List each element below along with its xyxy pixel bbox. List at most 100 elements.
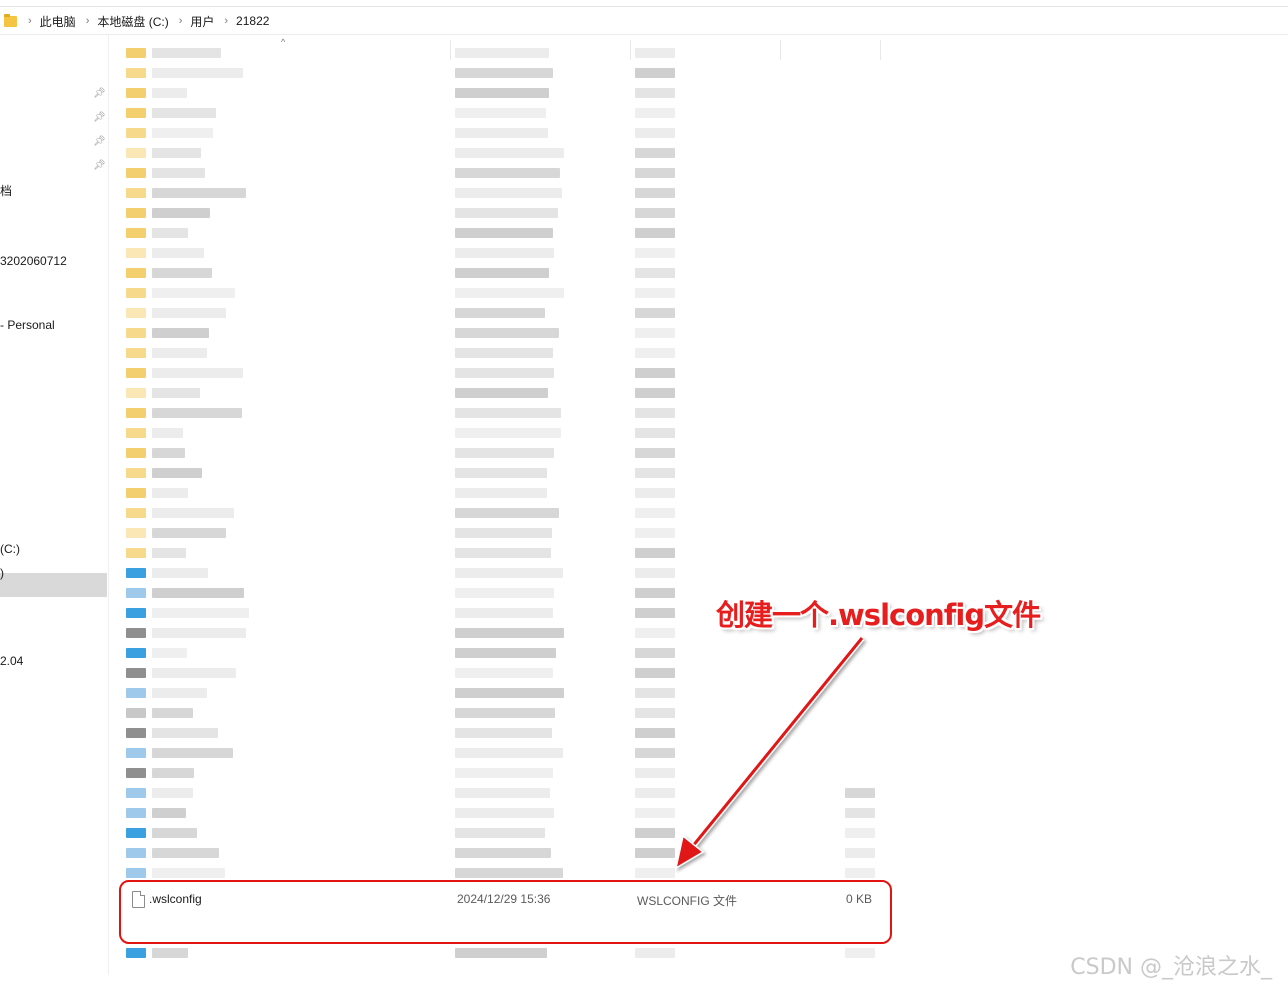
- blurred-block: [126, 168, 146, 178]
- blurred-block: [152, 648, 187, 658]
- blurred-block: [152, 948, 188, 958]
- chevron-right-icon[interactable]: ›: [28, 15, 32, 27]
- blurred-block: [126, 668, 146, 678]
- breadcrumb-item-user-folder[interactable]: 21822: [236, 14, 269, 28]
- blurred-block: [126, 728, 146, 738]
- blurred-block: [635, 688, 675, 698]
- blurred-block: [152, 808, 186, 818]
- blurred-block: [455, 608, 553, 618]
- blurred-block: [152, 588, 244, 598]
- pane-divider[interactable]: [108, 35, 109, 975]
- sidebar-item-local-disk[interactable]: (C:): [0, 542, 20, 556]
- chevron-right-icon[interactable]: ›: [86, 15, 90, 27]
- blurred-block: [455, 108, 546, 118]
- blurred-block: [635, 428, 675, 438]
- breadcrumb-item-users[interactable]: 用户: [190, 13, 214, 30]
- blurred-block: [152, 688, 207, 698]
- blurred-block: [152, 608, 249, 618]
- blurred-block: [455, 648, 556, 658]
- blurred-block: [152, 448, 185, 458]
- blurred-block: [152, 88, 187, 98]
- annotation-label: 创建一个.wslconfig文件: [716, 598, 1041, 632]
- blurred-block: [455, 508, 559, 518]
- blurred-block: [455, 828, 545, 838]
- blurred-block: [152, 348, 207, 358]
- breadcrumb-item-local-disk[interactable]: 本地磁盘 (C:): [97, 13, 168, 30]
- blurred-block: [126, 348, 146, 358]
- sidebar-item-documents[interactable]: 档: [0, 182, 12, 199]
- blurred-block: [635, 368, 675, 378]
- navigation-pane[interactable]: 📌︎ 📌︎ 📌︎ 📌︎ 档 3202060712 - Personal (C:)…: [0, 35, 108, 984]
- blurred-block: [455, 448, 554, 458]
- blurred-block: [455, 868, 563, 878]
- blurred-block: [126, 128, 146, 138]
- breadcrumb-item-this-pc[interactable]: 此电脑: [40, 13, 76, 30]
- blurred-block: [635, 708, 675, 718]
- blurred-block: [455, 208, 558, 218]
- blurred-block: [635, 728, 675, 738]
- blurred-block: [455, 408, 561, 418]
- blurred-block: [455, 708, 555, 718]
- blurred-block: [126, 308, 146, 318]
- blurred-block: [152, 68, 243, 78]
- blurred-block: [126, 448, 146, 458]
- blurred-block: [126, 548, 146, 558]
- sidebar-item-selected[interactable]: [0, 573, 107, 597]
- blurred-block: [126, 848, 146, 858]
- blurred-block: [152, 288, 235, 298]
- blurred-block: [152, 568, 208, 578]
- blurred-block: [126, 328, 146, 338]
- blurred-block: [152, 488, 188, 498]
- blurred-block: [126, 628, 146, 638]
- blurred-block: [455, 128, 548, 138]
- chevron-right-icon[interactable]: ›: [224, 15, 228, 27]
- blurred-block: [455, 468, 547, 478]
- blurred-block: [455, 948, 547, 958]
- blurred-block: [455, 88, 549, 98]
- blurred-block: [126, 428, 146, 438]
- blurred-block: [152, 528, 226, 538]
- pin-icon: 📌︎: [93, 160, 106, 171]
- blurred-block: [635, 168, 675, 178]
- blurred-block: [635, 68, 675, 78]
- blurred-block: [635, 868, 675, 878]
- blurred-block: [635, 508, 675, 518]
- blurred-block: [152, 208, 210, 218]
- blurred-block: [635, 108, 675, 118]
- blurred-block: [635, 768, 675, 778]
- chevron-right-icon[interactable]: ›: [179, 15, 183, 27]
- blurred-block: [455, 528, 552, 538]
- blurred-block: [152, 328, 209, 338]
- blurred-block: [635, 948, 675, 958]
- pin-icon: 📌︎: [93, 136, 106, 147]
- blurred-block: [635, 648, 675, 658]
- blurred-block: [152, 368, 243, 378]
- blurred-block: [152, 768, 194, 778]
- blurred-block: [126, 188, 146, 198]
- blurred-block: [126, 488, 146, 498]
- blurred-block: [152, 508, 234, 518]
- blurred-block: [455, 168, 560, 178]
- window-top-line: [0, 6, 1288, 7]
- blurred-block: [635, 528, 675, 538]
- blurred-block: [635, 448, 675, 458]
- blurred-file-list: [122, 44, 882, 974]
- breadcrumb[interactable]: › 此电脑 › 本地磁盘 (C:) › 用户 › 21822: [0, 8, 1288, 35]
- blurred-block: [152, 548, 186, 558]
- blurred-block: [126, 408, 146, 418]
- sidebar-item-drive[interactable]: ): [0, 566, 4, 580]
- blurred-block: [152, 48, 221, 58]
- sidebar-item-folder[interactable]: 3202060712: [0, 254, 67, 268]
- blurred-block: [152, 248, 204, 258]
- blurred-block: [455, 628, 564, 638]
- sidebar-item-ubuntu[interactable]: 2.04: [0, 654, 23, 668]
- blurred-block: [635, 488, 675, 498]
- blurred-block: [126, 288, 146, 298]
- sidebar-item-onedrive-personal[interactable]: - Personal: [0, 318, 55, 332]
- blurred-block: [455, 488, 547, 498]
- blurred-block: [126, 748, 146, 758]
- blurred-block: [126, 868, 146, 878]
- blurred-block: [152, 428, 183, 438]
- blurred-block: [635, 248, 675, 258]
- blurred-block: [455, 808, 554, 818]
